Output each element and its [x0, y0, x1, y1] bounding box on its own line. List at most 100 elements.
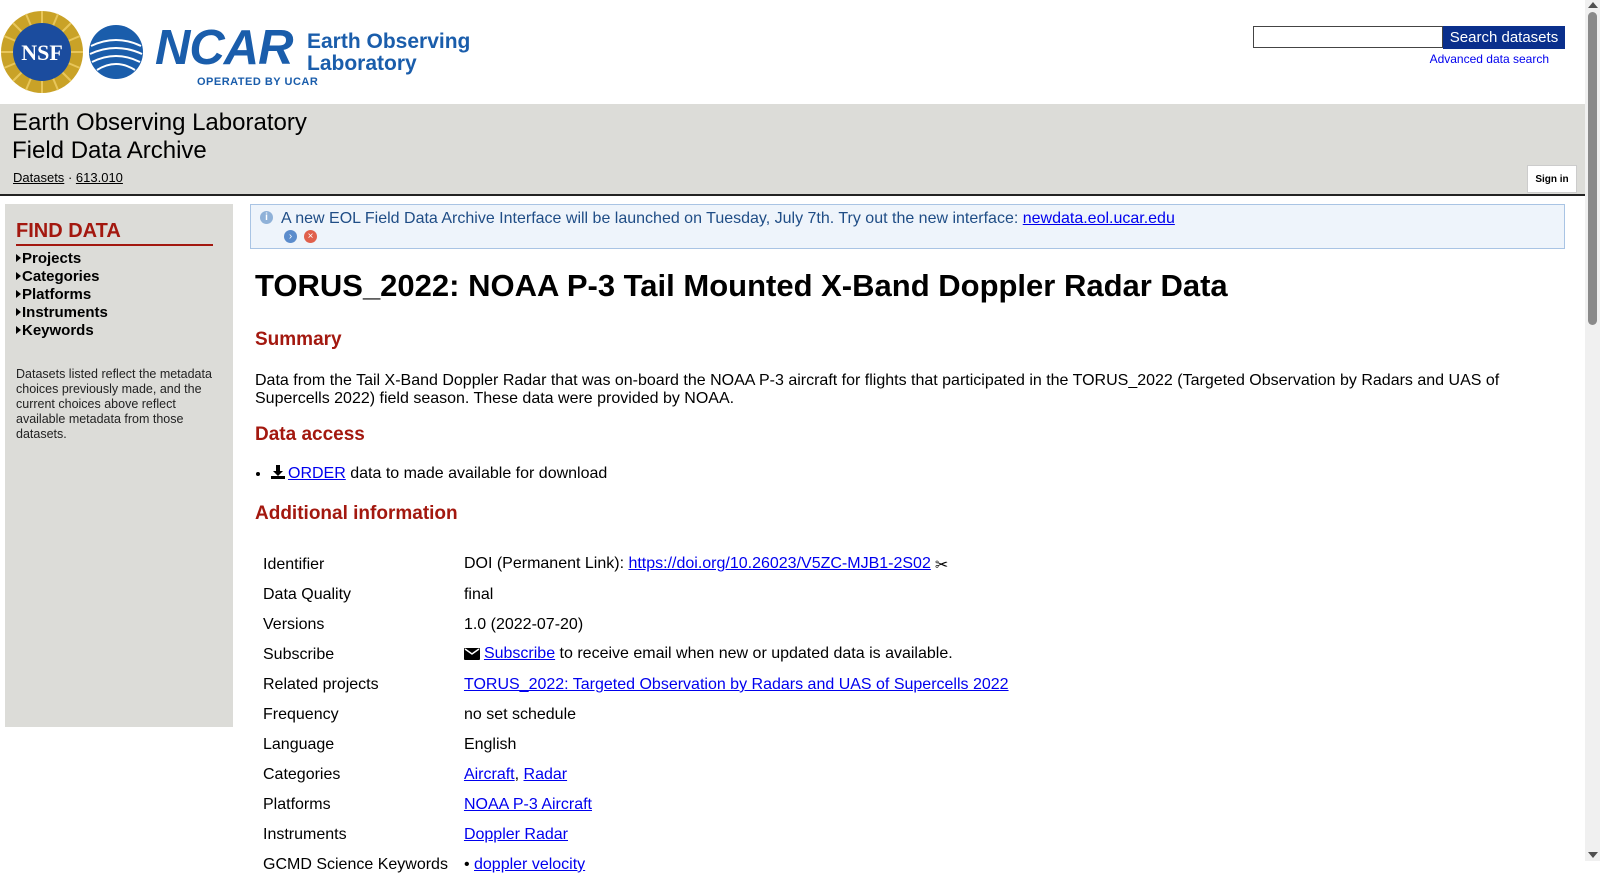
language-label: Language	[263, 736, 335, 753]
table-row: Platforms NOAA P-3 Aircraft	[255, 790, 1017, 820]
table-row: Related projects TORUS_2022: Targeted Ob…	[255, 670, 1017, 700]
category-link-radar[interactable]: Radar	[524, 766, 568, 783]
versions-label: Versions	[263, 616, 325, 633]
expand-triangle-icon	[16, 254, 21, 262]
versions-value: 1.0 (2022-07-20)	[463, 616, 584, 633]
data-access-list: ORDER data to made available for downloa…	[255, 465, 607, 484]
scroll-up-arrow-icon[interactable]	[1588, 2, 1598, 8]
page-title: TORUS_2022: NOAA P-3 Tail Mounted X-Band…	[255, 268, 1228, 303]
instruments-label: Instruments	[263, 826, 347, 843]
doi-link[interactable]: https://doi.org/10.26023/V5ZC-MJB1-2S02	[628, 555, 930, 572]
identifier-label: Identifier	[263, 556, 325, 573]
site-header: NSF NCAR OPERATED BY UCAR Earth Observin…	[0, 0, 1585, 104]
order-link[interactable]: ORDER	[288, 465, 346, 482]
table-row: Subscribe Subscribe to receive email whe…	[255, 640, 1017, 670]
categories-label: Categories	[263, 766, 341, 783]
additional-info-table: Identifier DOI (Permanent Link): https:/…	[255, 550, 1017, 880]
scrollbar-thumb[interactable]	[1588, 12, 1597, 325]
subscribe-label: Subscribe	[263, 646, 335, 663]
sidebar-item-instruments[interactable]: Instruments	[16, 304, 108, 322]
subscribe-link[interactable]: Subscribe	[484, 645, 555, 662]
summary-text: Data from the Tail X-Band Doppler Radar …	[255, 372, 1500, 407]
sidebar-item-label: Instruments	[22, 304, 108, 321]
breadcrumb-datasets[interactable]: Datasets	[13, 170, 64, 185]
expand-triangle-icon	[16, 272, 21, 280]
scroll-down-arrow-icon[interactable]	[1588, 852, 1598, 858]
instrument-link[interactable]: Doppler Radar	[464, 826, 568, 843]
notice-banner: i A new EOL Field Data Archive Interface…	[250, 204, 1565, 249]
order-description: data to made available for download	[345, 465, 608, 482]
platforms-value: NOAA P-3 Aircraft	[456, 790, 1017, 820]
summary-heading: Summary	[255, 329, 342, 350]
breadcrumb-dataset-id[interactable]: 613.010	[76, 170, 123, 185]
sidebar-item-label: Categories	[22, 268, 100, 285]
sidebar-item-label: Projects	[22, 250, 82, 267]
breadcrumb-separator: ·	[67, 170, 73, 185]
sign-in-button[interactable]: Sign in	[1527, 165, 1577, 193]
sidebar-item-platforms[interactable]: Platforms	[16, 286, 108, 304]
platforms-label: Platforms	[263, 796, 331, 813]
find-data-title: FIND DATA	[16, 220, 213, 246]
eol-logo-text: Earth Observing Laboratory	[307, 31, 470, 75]
find-data-list: Projects Categories Platforms Instrument…	[16, 250, 108, 340]
sidebar-item-keywords[interactable]: Keywords	[16, 322, 108, 340]
breadcrumb: Datasets · 613.010	[13, 170, 123, 185]
related-project-link[interactable]: TORUS_2022: Targeted Observation by Rada…	[464, 676, 1009, 693]
info-icon: i	[260, 211, 273, 224]
sidebar-item-label: Keywords	[22, 322, 94, 339]
ncar-globe-icon	[88, 24, 144, 80]
gcmd-keywords-label: GCMD Science Keywords	[263, 856, 448, 873]
data-quality-label: Data Quality	[263, 586, 352, 603]
data-access-heading: Data access	[255, 424, 365, 445]
expand-triangle-icon	[16, 290, 21, 298]
scissors-copy-icon[interactable]: ✂	[935, 555, 948, 575]
sidebar-item-categories[interactable]: Categories	[16, 268, 108, 286]
find-data-sidebar: FIND DATA Projects Categories Platforms …	[5, 204, 233, 727]
table-row: Frequency no set schedule	[255, 700, 1017, 730]
frequency-value: no set schedule	[463, 706, 577, 723]
search-input[interactable]	[1253, 26, 1443, 48]
platform-link[interactable]: NOAA P-3 Aircraft	[464, 796, 592, 813]
new-interface-link[interactable]: newdata.eol.ucar.edu	[1023, 210, 1175, 227]
advanced-search-link[interactable]: Advanced data search	[1430, 52, 1549, 66]
nsf-logo[interactable]: NSF	[0, 10, 84, 94]
notice-text: A new EOL Field Data Archive Interface w…	[281, 210, 1175, 228]
search-datasets-button[interactable]: Search datasets	[1443, 26, 1565, 49]
language-value: English	[463, 736, 517, 753]
identifier-prefix: DOI (Permanent Link):	[463, 555, 629, 572]
table-row: Versions 1.0 (2022-07-20)	[255, 610, 1017, 640]
envelope-icon	[463, 647, 480, 665]
expand-triangle-icon	[16, 326, 21, 334]
subscribe-value: Subscribe to receive email when new or u…	[456, 640, 1017, 670]
sidebar-item-projects[interactable]: Projects	[16, 250, 108, 268]
gcmd-keyword-link[interactable]: doppler velocity	[474, 856, 585, 873]
category-link-aircraft[interactable]: Aircraft	[464, 766, 515, 783]
categories-value: Aircraft, Radar	[463, 766, 568, 783]
frequency-label: Frequency	[263, 706, 339, 723]
table-row: GCMD Science Keywords • doppler velocity	[255, 850, 1017, 880]
nsf-logo-text: NSF	[21, 40, 63, 65]
site-title: Earth Observing Laboratory Field Data Ar…	[12, 109, 307, 165]
vertical-scrollbar[interactable]	[1585, 0, 1600, 861]
next-notice-icon[interactable]: ›	[284, 230, 297, 243]
close-notice-icon[interactable]: ×	[304, 230, 317, 243]
ncar-operated-text: OPERATED BY UCAR	[197, 76, 319, 88]
eol-logo-line1: Earth Observing	[307, 30, 471, 53]
identifier-value: DOI (Permanent Link): https://doi.org/10…	[456, 550, 1017, 580]
table-row: Language English	[255, 730, 1017, 760]
additional-info-heading: Additional information	[255, 503, 458, 524]
related-projects-label: Related projects	[263, 676, 379, 693]
related-projects-value: TORUS_2022: Targeted Observation by Rada…	[456, 670, 1017, 700]
gcmd-keywords-value: • doppler velocity	[463, 856, 586, 873]
data-access-item: ORDER data to made available for downloa…	[271, 465, 607, 484]
instruments-value: Doppler Radar	[456, 820, 1017, 850]
ncar-logo-text: NCAR	[155, 21, 294, 75]
site-title-line2: Field Data Archive	[12, 137, 207, 164]
site-title-line1: Earth Observing Laboratory	[12, 109, 307, 136]
eol-logo-line2: Laboratory	[307, 52, 417, 75]
table-row: Data Quality final	[255, 580, 1017, 610]
download-icon	[271, 465, 285, 484]
table-row: Categories Aircraft, Radar	[255, 760, 1017, 790]
data-quality-value: final	[463, 586, 494, 603]
subscribe-description: to receive email when new or updated dat…	[555, 645, 953, 662]
